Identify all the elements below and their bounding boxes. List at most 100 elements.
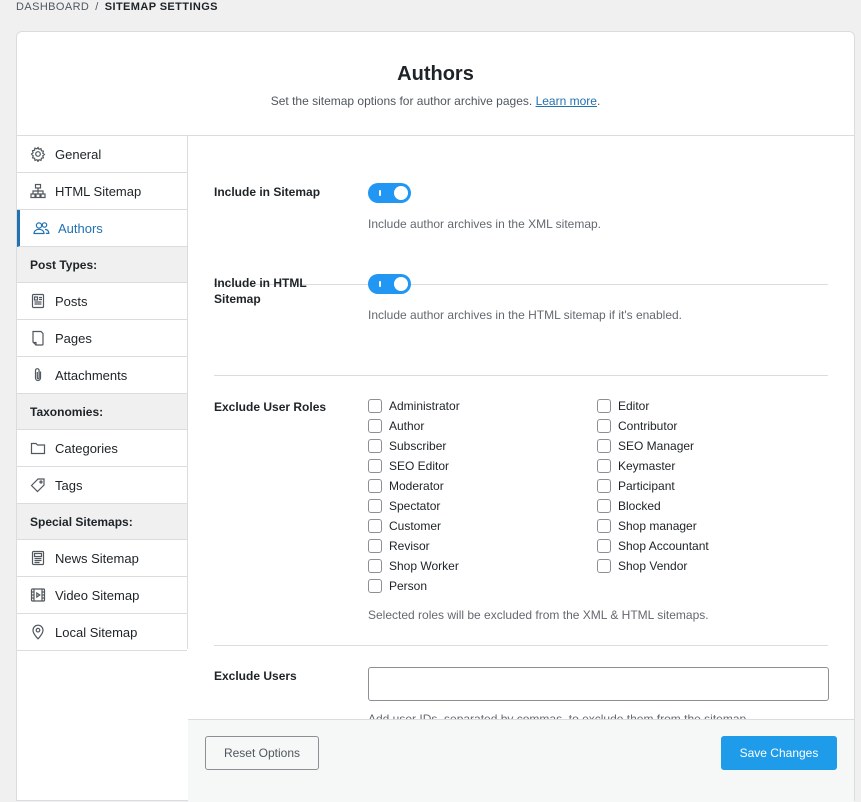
role-label: Subscriber <box>389 439 447 453</box>
sidebar-item-html-sitemap[interactable]: HTML Sitemap <box>17 173 187 210</box>
role-label: SEO Editor <box>389 459 450 473</box>
role-option[interactable]: Editor <box>597 398 649 414</box>
breadcrumb: DASHBOARD / SITEMAP SETTINGS <box>16 1 218 13</box>
settings-panel: Authors Set the sitemap options for auth… <box>16 31 855 802</box>
settings-content: Include in Sitemap Include author archiv… <box>188 136 854 726</box>
include-sitemap-label: Include in Sitemap <box>214 185 321 199</box>
role-label: Keymaster <box>618 459 676 473</box>
role-checkbox[interactable] <box>597 459 611 473</box>
role-option[interactable]: Author <box>368 418 424 434</box>
sidebar-item-label: General <box>55 146 102 162</box>
role-checkbox[interactable] <box>368 559 382 573</box>
include-sitemap-setting: Include in Sitemap Include author archiv… <box>214 183 828 243</box>
role-checkbox[interactable] <box>368 519 382 533</box>
include-html-sitemap-toggle[interactable] <box>368 274 411 294</box>
role-checkbox[interactable] <box>597 499 611 513</box>
sidebar-item-posts[interactable]: Posts <box>17 283 187 320</box>
exclude-users-input[interactable] <box>368 667 829 701</box>
role-checkbox[interactable] <box>368 479 382 493</box>
role-label: Customer <box>389 519 442 533</box>
role-label: Shop Worker <box>389 559 459 573</box>
role-label: Contributor <box>618 419 678 433</box>
role-option[interactable]: Moderator <box>368 478 444 494</box>
page-icon <box>29 329 47 347</box>
role-checkbox[interactable] <box>597 439 611 453</box>
role-label: Author <box>389 419 425 433</box>
role-option[interactable]: SEO Manager <box>597 438 694 454</box>
sidebar-heading-post-types: Post Types: <box>17 247 187 283</box>
exclude-user-roles-setting: Exclude User Roles Administrator Author Su… <box>214 398 828 628</box>
include-sitemap-toggle[interactable] <box>368 183 411 203</box>
role-checkbox[interactable] <box>368 399 382 413</box>
role-checkbox[interactable] <box>597 399 611 413</box>
breadcrumb-separator: / <box>95 1 99 13</box>
sidebar-item-label: HTML Sitemap <box>55 183 142 199</box>
users-icon <box>32 219 50 237</box>
sidebar-item-label: Posts <box>55 293 88 309</box>
panel-header: Authors Set the sitemap options for auth… <box>17 32 854 136</box>
role-option[interactable]: Administrator <box>368 398 460 414</box>
role-option[interactable]: Shop Vendor <box>597 558 687 574</box>
role-checkbox[interactable] <box>597 559 611 573</box>
role-checkbox[interactable] <box>368 459 382 473</box>
role-label: Participant <box>618 479 675 493</box>
role-checkbox[interactable] <box>368 579 382 593</box>
sidebar-item-categories[interactable]: Categories <box>17 430 187 467</box>
role-label: Moderator <box>389 479 444 493</box>
role-checkbox[interactable] <box>597 419 611 433</box>
role-option[interactable]: Spectator <box>368 498 440 514</box>
sidebar-item-tags[interactable]: Tags <box>17 467 187 504</box>
include-html-sitemap-label: Include in HTML Sitemap <box>214 276 307 306</box>
role-label: Revisor <box>389 539 430 553</box>
exclude-users-label: Exclude Users <box>214 669 297 683</box>
role-option[interactable]: SEO Editor <box>368 458 449 474</box>
role-option[interactable]: Revisor <box>368 538 430 554</box>
breadcrumb-dashboard-link[interactable]: DASHBOARD <box>16 1 89 13</box>
role-checkbox[interactable] <box>597 479 611 493</box>
sitemap-icon <box>29 182 47 200</box>
role-checkbox[interactable] <box>368 539 382 553</box>
role-option[interactable]: Shop Accountant <box>597 538 709 554</box>
sidebar-item-pages[interactable]: Pages <box>17 320 187 357</box>
role-option[interactable]: Keymaster <box>597 458 675 474</box>
role-option[interactable]: Contributor <box>597 418 677 434</box>
role-option[interactable]: Person <box>368 578 427 594</box>
role-checkbox[interactable] <box>597 519 611 533</box>
role-label: Person <box>389 579 428 593</box>
role-checkbox[interactable] <box>368 499 382 513</box>
save-changes-button[interactable]: Save Changes <box>721 736 837 770</box>
sidebar-item-local-sitemap[interactable]: Local Sitemap <box>17 614 187 651</box>
sidebar-heading-taxonomies: Taxonomies: <box>17 394 187 430</box>
sidebar-item-news-sitemap[interactable]: News Sitemap <box>17 540 187 577</box>
role-option[interactable]: Customer <box>368 518 441 534</box>
paperclip-icon <box>29 366 47 384</box>
sidebar-item-video-sitemap[interactable]: Video Sitemap <box>17 577 187 614</box>
include-html-sitemap-setting: Include in HTML Sitemap Include author ar… <box>214 274 828 334</box>
sidebar-item-authors[interactable]: Authors <box>17 210 187 247</box>
role-label: Spectator <box>389 499 441 513</box>
role-option[interactable]: Participant <box>597 478 675 494</box>
role-option[interactable]: Shop manager <box>597 518 697 534</box>
sidebar-item-attachments[interactable]: Attachments <box>17 357 187 394</box>
role-option[interactable]: Blocked <box>597 498 661 514</box>
learn-more-link[interactable]: Learn more <box>536 94 597 108</box>
sidebar-item-label: Authors <box>58 220 103 236</box>
role-option[interactable]: Shop Worker <box>368 558 459 574</box>
sidebar-item-general[interactable]: General <box>17 136 187 173</box>
role-label: Shop Vendor <box>618 559 688 573</box>
exclude-user-roles-description: Selected roles will be excluded from the… <box>368 608 709 622</box>
role-option[interactable]: Subscriber <box>368 438 446 454</box>
news-icon <box>29 549 47 567</box>
role-label: Editor <box>618 399 650 413</box>
sidebar-heading-special-sitemaps: Special Sitemaps: <box>17 504 187 540</box>
reset-options-button[interactable]: Reset Options <box>205 736 319 770</box>
role-checkbox[interactable] <box>597 539 611 553</box>
role-label: Shop manager <box>618 519 697 533</box>
role-checkbox[interactable] <box>368 419 382 433</box>
exclude-users-setting: Exclude Users Add user IDs, separated by… <box>214 667 829 727</box>
sidebar-item-label: Video Sitemap <box>55 587 140 603</box>
role-checkbox[interactable] <box>368 439 382 453</box>
sidebar-item-label: Tags <box>55 477 83 493</box>
divider <box>214 645 828 646</box>
sidebar-item-label: News Sitemap <box>55 550 139 566</box>
